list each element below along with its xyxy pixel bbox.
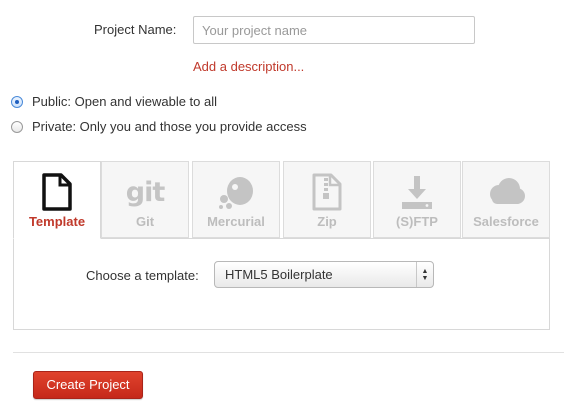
document-icon [41,172,73,212]
visibility-option-public[interactable]: Public: Open and viewable to all [11,94,217,109]
select-arrows-icon: ▲ ▼ [416,262,433,287]
template-select[interactable]: HTML5 Boilerplate ▲ ▼ [214,261,434,288]
private-radio-label: Private: Only you and those you provide … [32,119,307,134]
tab-sftp[interactable]: (S)FTP [373,161,461,238]
public-radio[interactable] [11,95,23,108]
cloud-icon [484,172,528,212]
tab-sftp-label: (S)FTP [396,214,438,229]
tab-salesforce-label: Salesforce [473,214,539,229]
tab-git[interactable]: git Git [101,161,189,238]
tab-template[interactable]: Template [13,161,101,239]
choose-template-label: Choose a template: [86,268,199,283]
tab-zip-label: Zip [317,214,337,229]
tab-salesforce[interactable]: Salesforce [462,161,550,238]
download-to-server-icon [398,172,436,212]
tab-template-label: Template [28,214,86,229]
tab-zip[interactable]: Zip [283,161,371,238]
public-radio-label: Public: Open and viewable to all [32,94,218,109]
private-radio[interactable] [11,120,23,133]
project-name-label: Project Name: [94,22,177,37]
tab-git-label: Git [135,214,155,229]
create-project-button[interactable]: Create Project [33,371,143,399]
divider [13,352,564,353]
mercurial-icon [216,172,256,212]
git-icon: git [125,176,165,208]
zip-file-icon [311,172,343,212]
tab-mercurial[interactable]: Mercurial [192,161,280,238]
tab-mercurial-label: Mercurial [207,214,265,229]
project-name-input[interactable] [193,16,475,44]
visibility-option-private[interactable]: Private: Only you and those you provide … [11,119,307,134]
add-description-link[interactable]: Add a description... [193,59,304,74]
template-select-value: HTML5 Boilerplate [225,267,333,282]
